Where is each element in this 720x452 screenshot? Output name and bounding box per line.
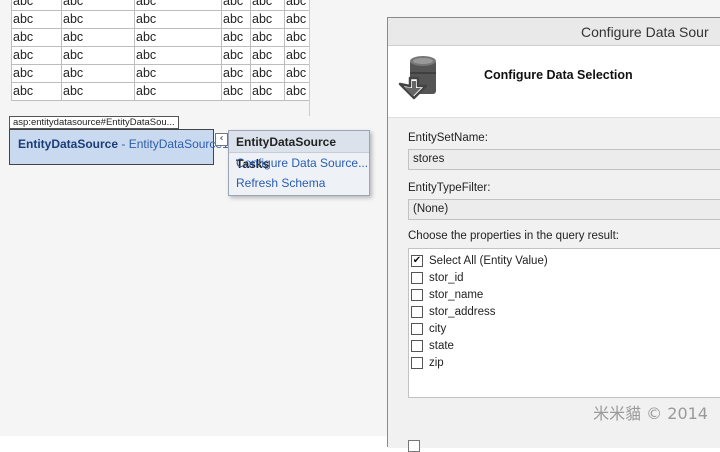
grid-cell: abc [284, 28, 310, 47]
grid-cell: abc [134, 10, 222, 29]
checked-checkbox[interactable]: ✔ [411, 255, 423, 267]
grid-cell: abc [11, 46, 62, 65]
checkbox[interactable] [411, 340, 423, 352]
control-id: EntityDataSource1 [128, 137, 229, 151]
property-label: city [429, 323, 447, 335]
grid-cell: abc [134, 0, 222, 11]
grid-cell: abc [250, 64, 285, 83]
grid-cell: abc [284, 10, 310, 29]
grid-cell: abc [61, 0, 135, 11]
database-arrow-icon [398, 56, 436, 100]
control-type-name: EntityDataSource [18, 137, 119, 151]
dialog-header: Configure Data Selection [388, 46, 720, 118]
grid-cell: abc [11, 82, 62, 101]
grid-cell: abc [284, 82, 310, 101]
grid-cell: abc [11, 10, 62, 29]
property-label: stor_name [429, 289, 484, 301]
checkbox[interactable] [411, 306, 423, 318]
grid-cell: abc [134, 28, 222, 47]
grid-cell: abc [221, 82, 251, 101]
properties-list: ✔ Select All (Entity Value) stor_id stor_na… [408, 248, 720, 398]
grid-cell: abc [61, 28, 135, 47]
grid-cell: abc [134, 82, 222, 101]
grid-cell: abc [134, 46, 222, 65]
grid-cell: abc [134, 64, 222, 83]
grid-cell: abc [61, 10, 135, 29]
grid-cell: abc [284, 64, 310, 83]
grid-cell: abc [250, 0, 285, 11]
entity-set-dropdown[interactable]: stores [408, 149, 720, 170]
property-label: zip [429, 357, 444, 369]
grid-cell: abc [61, 82, 135, 101]
bottom-checkbox[interactable] [408, 440, 420, 452]
entity-type-filter-label: EntityTypeFilter: [408, 182, 491, 194]
grid-cell: abc [250, 28, 285, 47]
grid-cell: abc [221, 10, 251, 29]
entity-set-label: EntitySetName: [408, 132, 488, 144]
grid-cell: abc [250, 82, 285, 101]
grid-cell: abc [221, 46, 251, 65]
tasks-panel: EntityDataSource Tasks Configure Data So… [228, 130, 370, 196]
configure-data-source-link[interactable]: Configure Data Source... [229, 153, 369, 173]
design-divider [309, 0, 310, 116]
entity-type-filter-dropdown[interactable]: (None) [408, 199, 720, 220]
control-tag-label: asp:entitydatasource#EntityDataSou... [9, 116, 179, 129]
property-label: stor_id [429, 272, 464, 284]
grid-row: abc abc abc abc abc abc [11, 46, 310, 65]
grid-cell: abc [250, 46, 285, 65]
grid-cell: abc [221, 64, 251, 83]
grid-cell: abc [221, 28, 251, 47]
grid-cell: abc [284, 46, 310, 65]
property-label: stor_address [429, 306, 496, 318]
grid-cell: abc [284, 0, 310, 11]
grid-view-preview[interactable]: abc abc abc abc abc abc abc abc abc abc abc abc abc a… [11, 0, 310, 101]
property-label: Select All (Entity Value) [429, 255, 548, 267]
watermark-text: 米米貓 © 2014 [593, 404, 708, 423]
checkbox[interactable] [411, 323, 423, 335]
grid-row: abc abc abc abc abc abc [11, 0, 310, 11]
grid-row: abc abc abc abc abc abc [11, 28, 310, 47]
grid-cell: abc [11, 28, 62, 47]
smart-tag-chevron-icon[interactable]: ‹ [215, 133, 228, 146]
grid-row: abc abc abc abc abc abc [11, 10, 310, 29]
property-label: state [429, 340, 454, 352]
entity-data-source-control[interactable]: EntityDataSource - EntityDataSource1 [9, 129, 229, 165]
properties-label: Choose the properties in the query resul… [408, 230, 619, 242]
grid-row: abc abc abc abc abc abc [11, 82, 310, 101]
grid-cell: abc [11, 0, 62, 11]
checkbox[interactable] [411, 289, 423, 301]
checkbox[interactable] [411, 272, 423, 284]
grid-cell: abc [250, 10, 285, 29]
checkbox[interactable] [411, 357, 423, 369]
dialog-heading: Configure Data Selection [484, 68, 633, 82]
grid-cell: abc [61, 46, 135, 65]
tasks-panel-title: EntityDataSource Tasks [229, 131, 369, 171]
dialog-title: Configure Data Sour [388, 18, 720, 46]
grid-row: abc abc abc abc abc abc [11, 64, 310, 83]
grid-cell: abc [11, 64, 62, 83]
control-separator: - [118, 137, 129, 151]
grid-cell: abc [221, 0, 251, 11]
grid-cell: abc [61, 64, 135, 83]
refresh-schema-link[interactable]: Refresh Schema [229, 173, 369, 193]
configure-data-source-dialog: Configure Data Sour Configure Data Selec… [387, 17, 720, 452]
